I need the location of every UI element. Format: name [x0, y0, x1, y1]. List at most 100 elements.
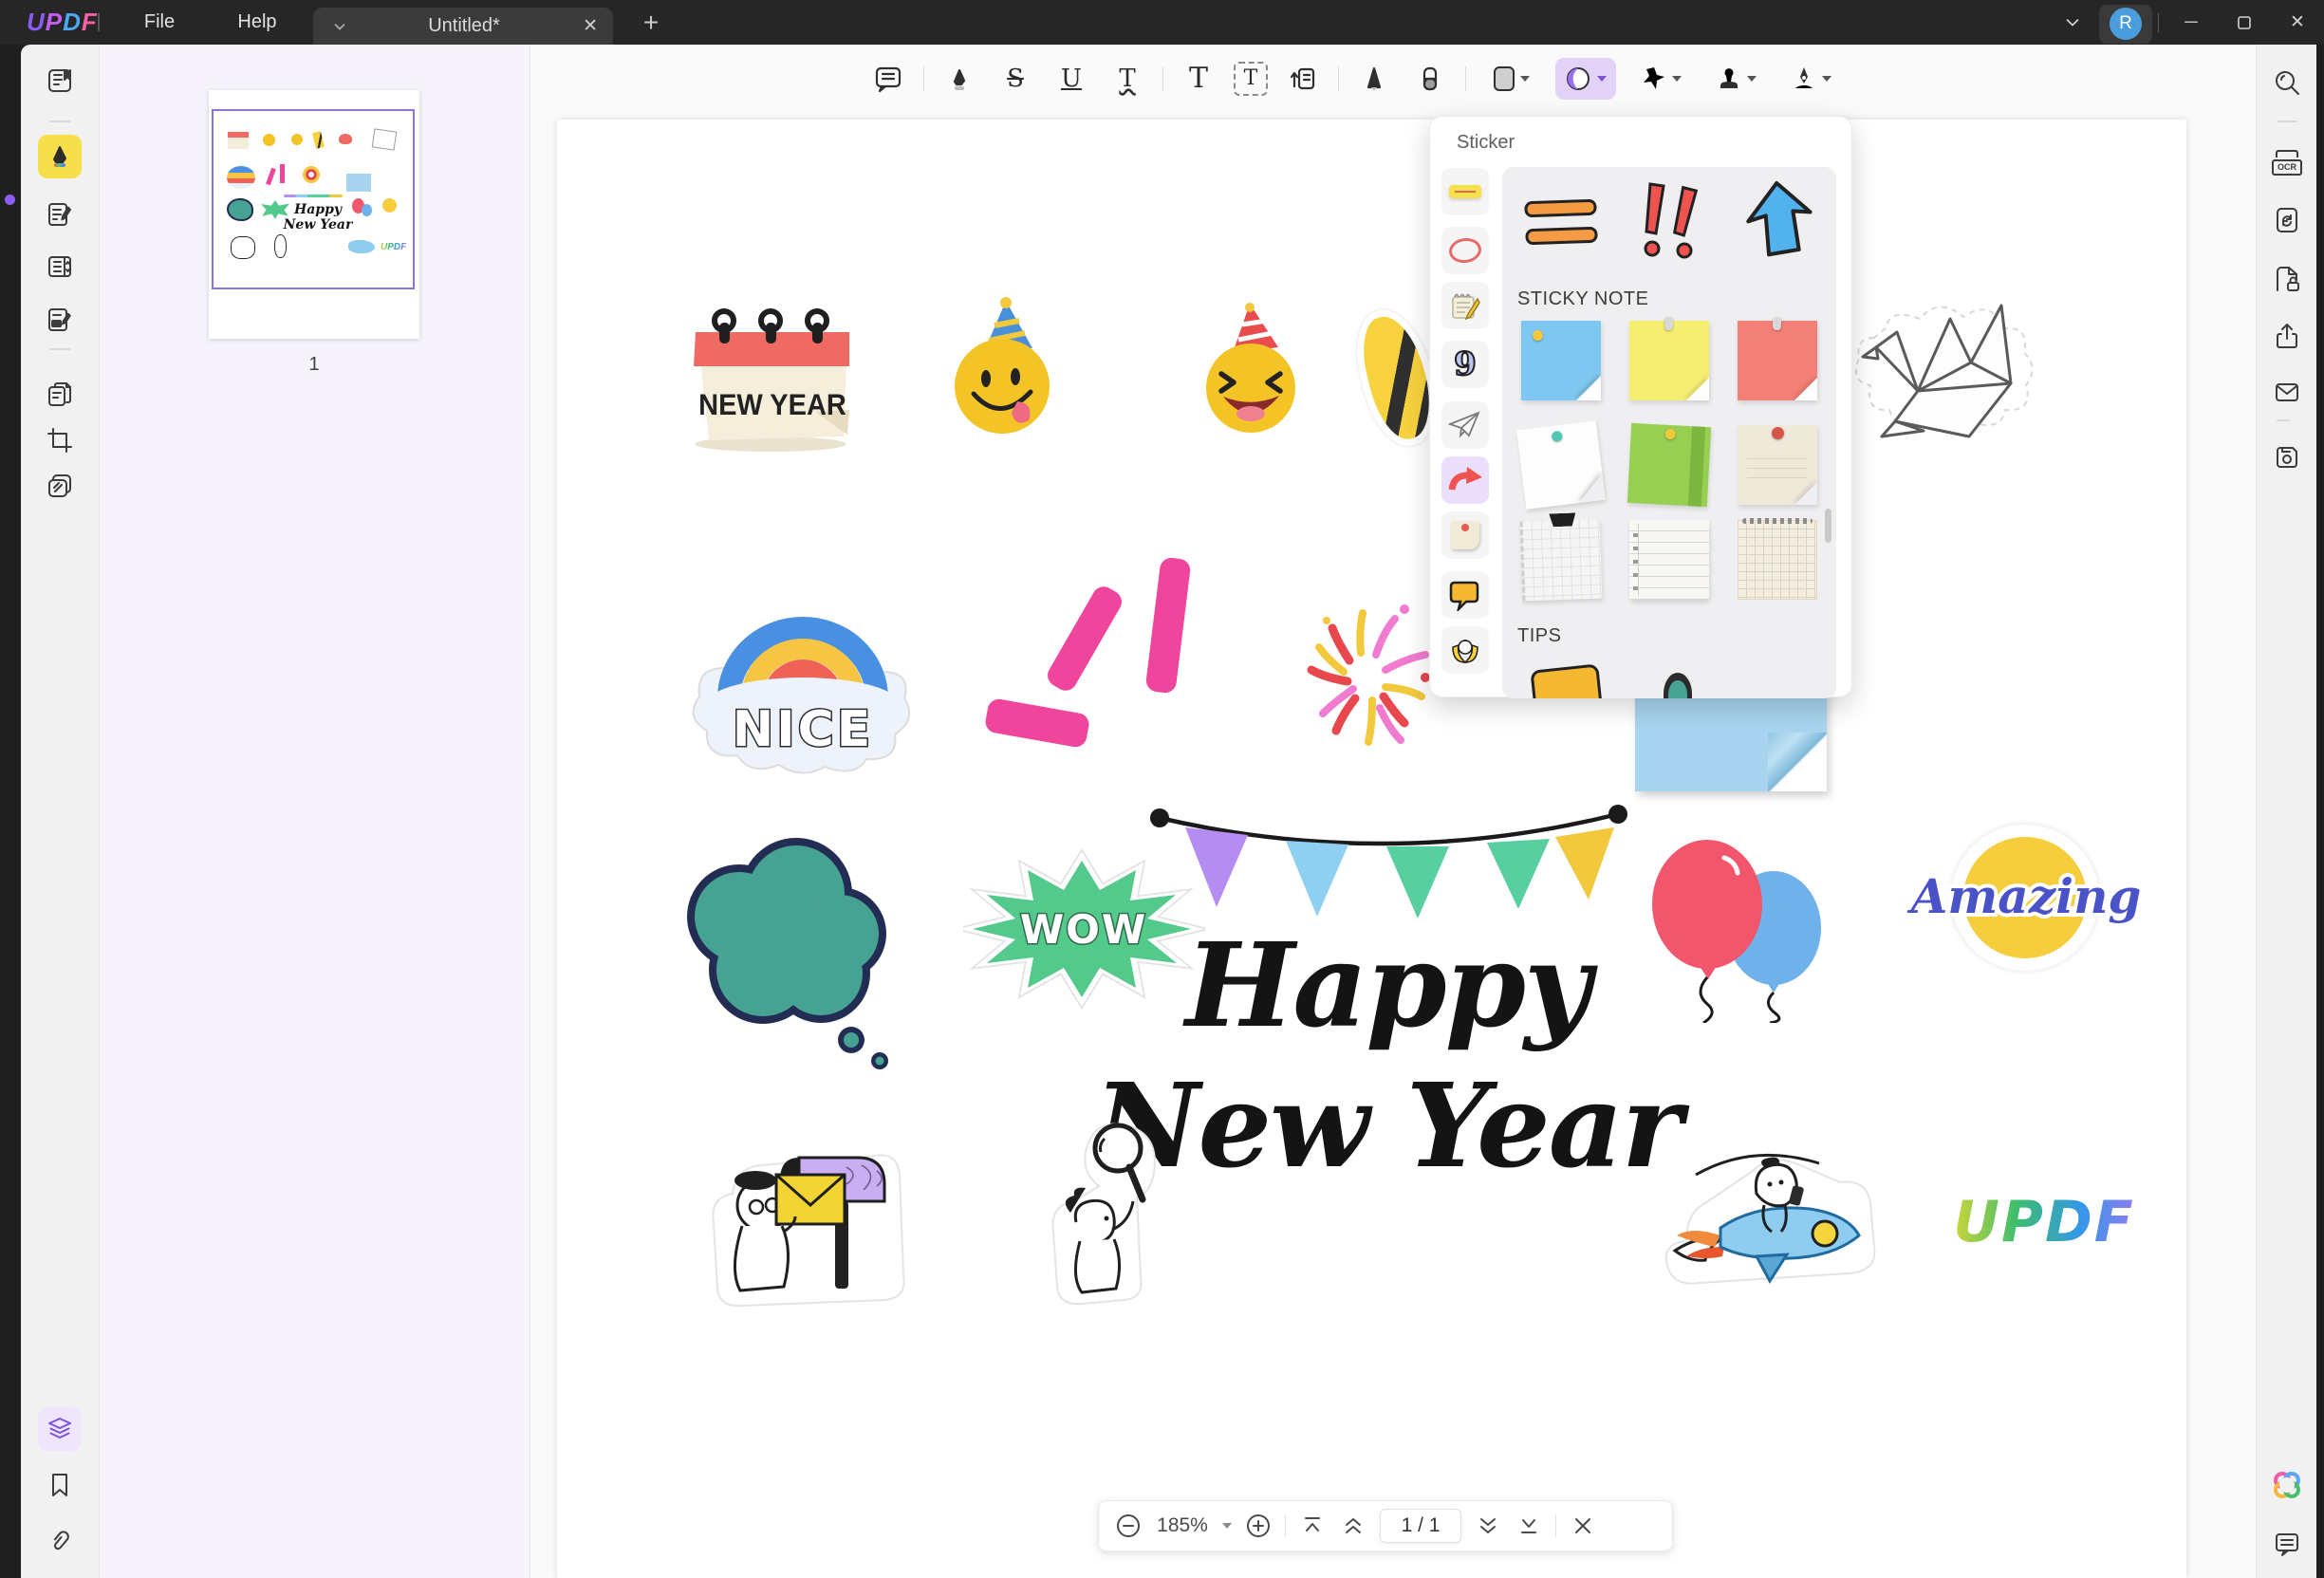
ai-assistant-icon[interactable] [2265, 1463, 2309, 1507]
sticker-bear-mailbox[interactable] [704, 1118, 922, 1312]
sidebar-item-layers[interactable] [38, 1407, 82, 1451]
signature-tool[interactable] [1780, 58, 1841, 100]
close-button[interactable]: ✕ [2271, 0, 2324, 45]
last-page-icon[interactable] [1515, 1512, 1543, 1540]
search-icon[interactable] [2265, 61, 2309, 104]
sticker-tool[interactable] [1555, 58, 1616, 100]
sidebar-item-annotate[interactable] [38, 135, 82, 178]
pencil-tool-icon[interactable] [1353, 58, 1395, 100]
maximize-button[interactable] [2218, 0, 2271, 45]
shapes-dropdown-caret[interactable] [1520, 76, 1530, 82]
sticker-item-grid-paper[interactable] [1738, 520, 1817, 600]
menu-help[interactable]: Help [224, 0, 290, 45]
sticker-paper-crane[interactable] [1848, 279, 2042, 473]
stamp-tool[interactable] [1705, 58, 1766, 100]
sticker-item-double-exclamation[interactable] [1624, 176, 1715, 266]
protect-icon[interactable] [2265, 257, 2309, 301]
zoom-out-icon[interactable] [1114, 1512, 1143, 1540]
sticker-category-quote-mark[interactable]: 9 [1441, 341, 1489, 388]
zoom-in-icon[interactable] [1244, 1512, 1273, 1540]
pdf-page[interactable]: NEW YEAR [557, 120, 2186, 1578]
strikethrough-tool-icon[interactable]: S [995, 58, 1036, 100]
text-callout-tool-icon[interactable] [1282, 58, 1324, 100]
comment-tool-icon[interactable] [867, 58, 909, 100]
ocr-icon[interactable]: OCR [2265, 140, 2309, 184]
sidebar-item-bookmark[interactable] [38, 1463, 82, 1507]
sticker-amazing[interactable]: Amazing [1903, 837, 2149, 960]
sparkle-dropdown-caret[interactable] [1672, 76, 1682, 82]
underline-tool-icon[interactable]: U [1050, 58, 1092, 100]
sticker-category-speech-bubble[interactable] [1441, 571, 1489, 619]
sticker-grid-scrollbar[interactable] [1825, 509, 1831, 543]
sticker-category-curved-arrow[interactable] [1441, 456, 1489, 504]
sticker-item-yellow-sticky[interactable] [1629, 321, 1709, 400]
sticker-item-lined-notepad[interactable] [1629, 520, 1709, 600]
sticker-nice-rainbow[interactable]: NICE [679, 577, 927, 778]
sticker-item-white-pinned-note[interactable] [1521, 425, 1601, 505]
sticker-rocket-character[interactable] [1658, 1137, 1890, 1308]
text-box-tool-icon[interactable]: T [1234, 62, 1268, 96]
sticker-category-pinned-note[interactable] [1441, 511, 1489, 559]
page-thumbnail[interactable]: Happy New Year UPDF [209, 90, 419, 339]
sidebar-item-batch-pages[interactable] [38, 464, 82, 508]
sticker-item-tips-partial[interactable] [1529, 664, 1605, 698]
highlight-tool-icon[interactable] [939, 58, 980, 100]
sticker-category-banana-character[interactable] [1441, 626, 1489, 674]
sticker-item-up-arrow[interactable] [1732, 176, 1823, 266]
send-mail-icon[interactable] [2265, 370, 2309, 414]
sticker-category-highlight-strip[interactable] [1441, 168, 1489, 215]
stamp-dropdown-caret[interactable] [1747, 76, 1757, 82]
sticker-category-circle-scribble[interactable] [1441, 227, 1489, 274]
sidebar-item-edit-pdf[interactable] [38, 193, 82, 236]
document-tab[interactable]: Untitled* ✕ [313, 8, 613, 45]
sidebar-item-crop[interactable] [38, 418, 82, 462]
sticker-category-notepad[interactable] [1441, 282, 1489, 329]
text-tool-icon[interactable]: T [1178, 58, 1219, 100]
menu-file[interactable]: File [126, 0, 193, 45]
sticker-item-green-pinned-note[interactable] [1629, 425, 1709, 505]
sidebar-item-convert[interactable] [38, 373, 82, 417]
sticker-party-smiley[interactable] [941, 295, 1065, 437]
sticker-item-beige-pinned-note[interactable] [1738, 425, 1817, 505]
save-icon[interactable] [2265, 436, 2309, 479]
sticker-magnifier-character[interactable] [1036, 1106, 1164, 1310]
account-dropdown-icon[interactable] [2046, 0, 2099, 45]
sticker-teal-cloud[interactable] [671, 829, 894, 1076]
sticker-wow-burst[interactable]: WOW [963, 848, 1205, 1014]
squiggly-underline-tool-icon[interactable]: T [1106, 58, 1148, 100]
sticker-dropdown-caret[interactable] [1597, 76, 1607, 82]
sticker-category-paper-plane[interactable] [1441, 401, 1489, 449]
sticker-new-year-calendar[interactable]: NEW YEAR [680, 300, 865, 456]
sticker-fireworks[interactable] [1292, 586, 1440, 762]
tab-close-icon[interactable]: ✕ [583, 15, 598, 37]
sticker-laughing-smiley[interactable] [1195, 298, 1309, 436]
sticker-item-red-sticky[interactable] [1738, 321, 1817, 400]
sidebar-item-edit-page[interactable] [38, 298, 82, 342]
sidebar-item-reader[interactable] [38, 59, 82, 102]
new-tab-button[interactable]: + [630, 0, 672, 45]
share-icon[interactable] [2265, 314, 2309, 358]
signature-dropdown-caret[interactable] [1822, 76, 1831, 82]
close-navigation-icon[interactable] [1569, 1512, 1597, 1540]
next-page-icon[interactable] [1474, 1512, 1502, 1540]
previous-page-icon[interactable] [1339, 1512, 1367, 1540]
sticker-updf-logo[interactable]: UPDF [1938, 1171, 2151, 1271]
sticky-comment-icon[interactable] [2265, 1522, 2309, 1566]
sticker-balloons[interactable] [1648, 824, 1833, 1023]
sparkle-tool[interactable] [1630, 58, 1691, 100]
minimize-button[interactable]: ─ [2165, 0, 2218, 45]
first-page-icon[interactable] [1298, 1512, 1327, 1540]
page-indicator[interactable]: 1 / 1 [1380, 1509, 1461, 1543]
tab-dropdown-icon[interactable] [334, 18, 345, 35]
sticker-pink-stroke[interactable] [984, 697, 1091, 749]
zoom-level[interactable]: 185% [1155, 1514, 1210, 1537]
sticker-item-clipped-grid-pad[interactable] [1521, 520, 1601, 600]
sticker-pink-stroke[interactable] [1144, 557, 1191, 695]
account-button[interactable]: R [2099, 5, 2152, 44]
shapes-tool[interactable] [1480, 58, 1541, 100]
zoom-dropdown-caret[interactable] [1222, 1523, 1232, 1529]
sidebar-item-attachment[interactable] [38, 1519, 82, 1563]
sticker-item-equals-sign[interactable] [1515, 180, 1607, 264]
sticker-item-blue-sticky[interactable] [1521, 321, 1601, 400]
eraser-tool-icon[interactable] [1409, 58, 1451, 100]
